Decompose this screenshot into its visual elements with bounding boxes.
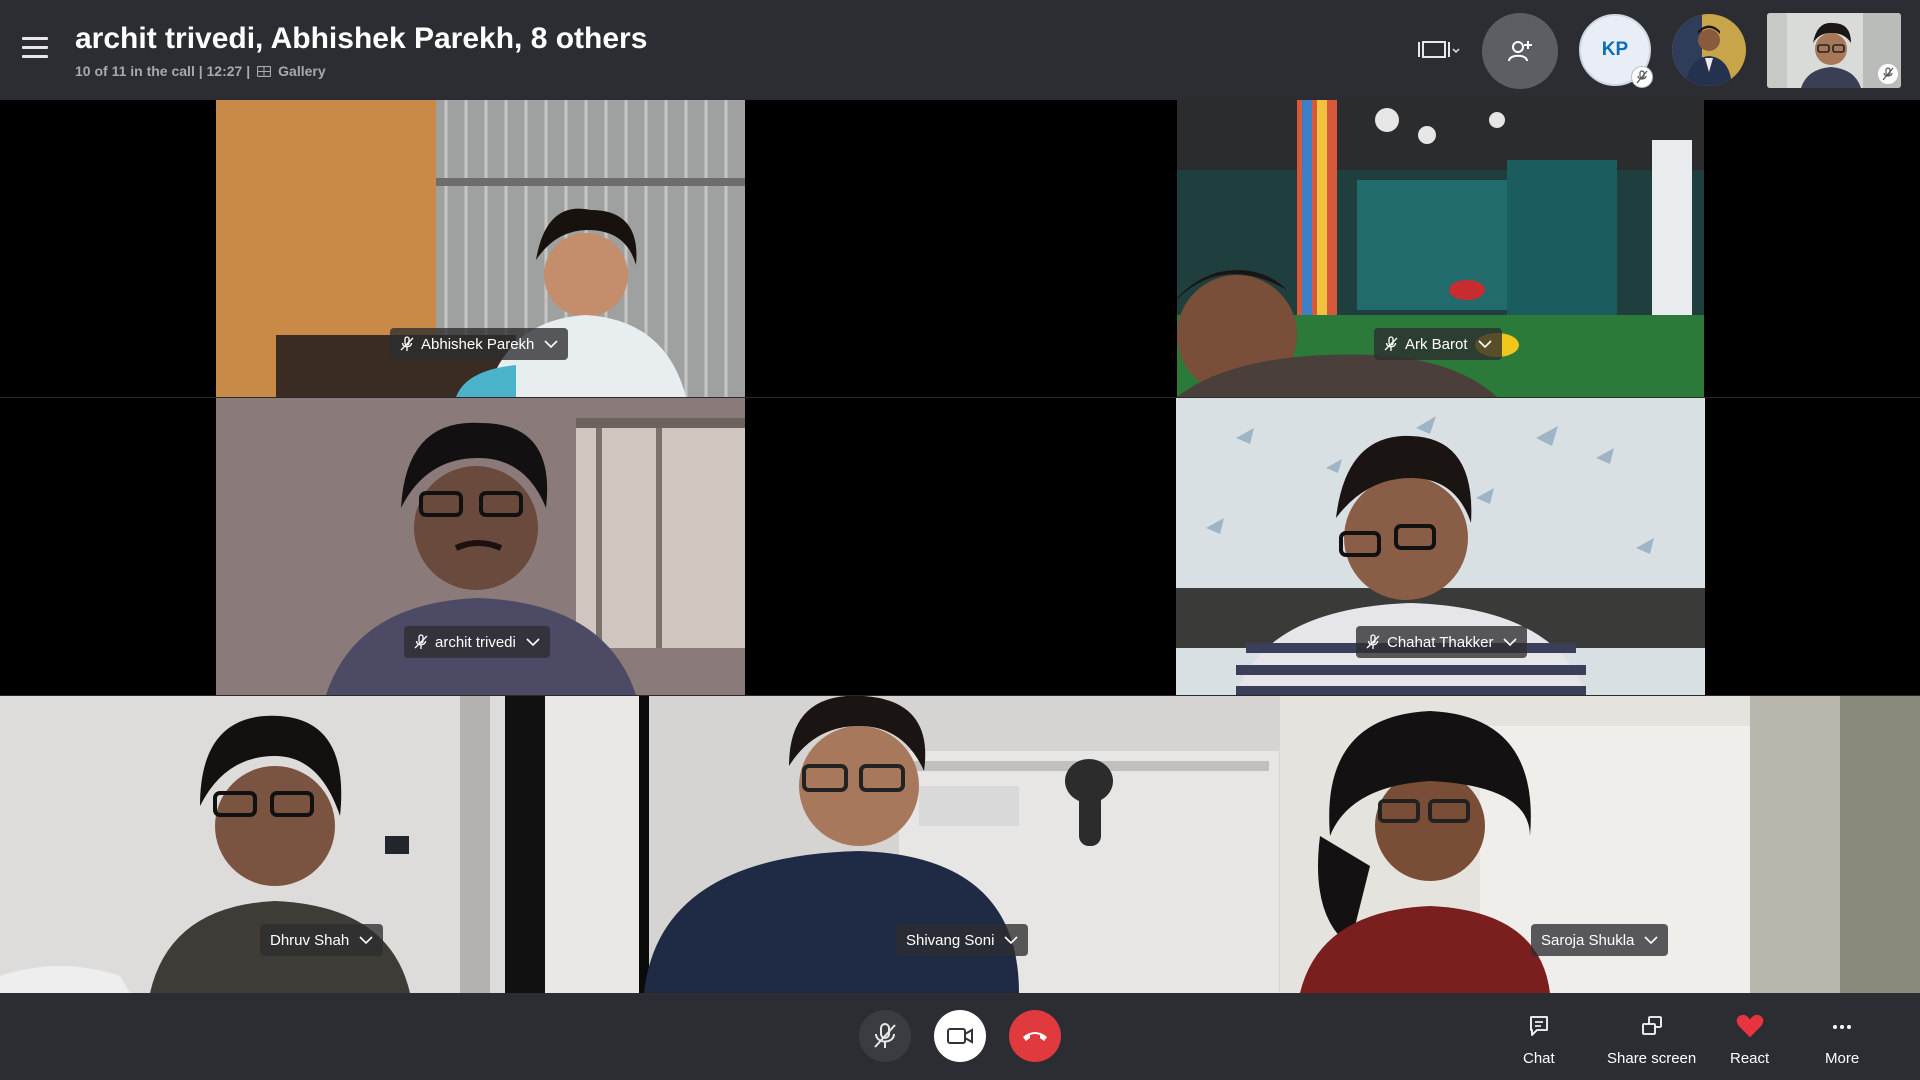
video-gallery: Abhishek Parekh Ark Barot archit trivedi…: [0, 100, 1920, 993]
chat-button[interactable]: Chat: [1523, 1012, 1555, 1067]
end-call-button[interactable]: [1009, 1010, 1061, 1062]
video-toggle-button[interactable]: [934, 1010, 986, 1062]
chevron-down-icon: [1004, 935, 1018, 944]
fullscreen-icon: [1418, 41, 1460, 58]
chevron-down-icon: [359, 935, 373, 944]
participant-name: archit trivedi: [435, 633, 516, 651]
video-tile-abhishek-parekh[interactable]: Abhishek Parekh: [216, 100, 745, 397]
muted-mic-icon: [1366, 634, 1380, 649]
add-person-icon: [1508, 41, 1532, 62]
avatar-image: [1672, 14, 1746, 86]
chevron-down-icon: [526, 637, 540, 646]
participant-avatar-photo[interactable]: [1672, 14, 1746, 86]
participant-name-pill[interactable]: Shivang Soni: [896, 924, 1029, 956]
participant-name-pill[interactable]: Ark Barot: [1374, 328, 1502, 360]
call-header: archit trivedi, Abhishek Parekh, 8 other…: [0, 0, 1920, 100]
share-screen-button[interactable]: Share screen: [1607, 1012, 1696, 1067]
call-status: 10 of 11 in the call | 12:27 |: [75, 63, 251, 79]
participant-avatar-kp[interactable]: KP: [1579, 14, 1653, 88]
participant-name-pill[interactable]: Abhishek Parekh: [390, 328, 569, 360]
chevron-down-icon: [1644, 935, 1658, 944]
chevron-down-icon: [544, 339, 558, 348]
mute-toggle-button[interactable]: [859, 1010, 911, 1062]
participant-name: Shivang Soni: [906, 931, 995, 949]
heart-icon: [1736, 1014, 1763, 1038]
gallery-icon: [257, 65, 272, 77]
participant-name: Ark Barot: [1405, 335, 1468, 353]
self-muted-mic-icon: [1877, 63, 1899, 85]
more-button[interactable]: More: [1825, 1012, 1859, 1067]
participant-name: Abhishek Parekh: [421, 335, 535, 353]
call-subtitle: 10 of 11 in the call | 12:27 | Gallery: [75, 63, 326, 79]
share-screen-label: Share screen: [1607, 1050, 1697, 1067]
menu-icon[interactable]: [18, 34, 52, 62]
participant-name-pill[interactable]: Dhruv Shah: [260, 924, 384, 956]
view-mode-label[interactable]: Gallery: [278, 63, 325, 79]
video-tile-dhruv-shah[interactable]: Dhruv Shah: [0, 696, 639, 993]
participant-name: Chahat Thakker: [1387, 633, 1494, 651]
muted-mic-icon: [1384, 336, 1398, 351]
chevron-down-icon: [1503, 637, 1518, 646]
call-title: archit trivedi, Abhishek Parekh, 8 other…: [75, 22, 648, 55]
chat-icon: [1529, 1016, 1548, 1036]
video-camera-icon: [947, 1028, 973, 1044]
share-screen-icon: [1641, 1016, 1662, 1035]
participant-name-pill[interactable]: Chahat Thakker: [1356, 626, 1528, 658]
muted-mic-icon: [400, 336, 414, 351]
add-participants-button[interactable]: [1482, 13, 1558, 89]
react-label: React: [1730, 1050, 1770, 1067]
video-tile-shivang-soni[interactable]: Shivang Soni: [639, 696, 1280, 993]
react-button[interactable]: React: [1730, 1012, 1769, 1067]
avatar-initials: KP: [1601, 39, 1629, 60]
more-icon: [1833, 1025, 1852, 1029]
participant-name-pill[interactable]: Saroja Shukla: [1531, 924, 1669, 956]
participant-name: Saroja Shukla: [1541, 931, 1635, 949]
video-tile-ark-barot[interactable]: Ark Barot: [1177, 100, 1704, 397]
chevron-down-icon: [1477, 339, 1492, 348]
muted-mic-icon: [414, 634, 428, 649]
muted-mic-icon: [1631, 66, 1653, 88]
video-tile-archit-trivedi[interactable]: archit trivedi: [216, 398, 745, 695]
video-tile-chahat-thakker[interactable]: Chahat Thakker: [1176, 398, 1705, 695]
chat-label: Chat: [1523, 1050, 1555, 1067]
fullscreen-toggle-button[interactable]: [1417, 34, 1465, 66]
hang-up-icon: [1023, 1032, 1047, 1041]
participant-name: Dhruv Shah: [270, 931, 350, 949]
video-tile-saroja-shukla[interactable]: Saroja Shukla: [1280, 696, 1920, 993]
microphone-muted-icon: [874, 1023, 896, 1048]
more-label: More: [1825, 1050, 1860, 1067]
participant-name-pill[interactable]: archit trivedi: [404, 626, 550, 658]
self-video-preview[interactable]: [1767, 13, 1901, 88]
